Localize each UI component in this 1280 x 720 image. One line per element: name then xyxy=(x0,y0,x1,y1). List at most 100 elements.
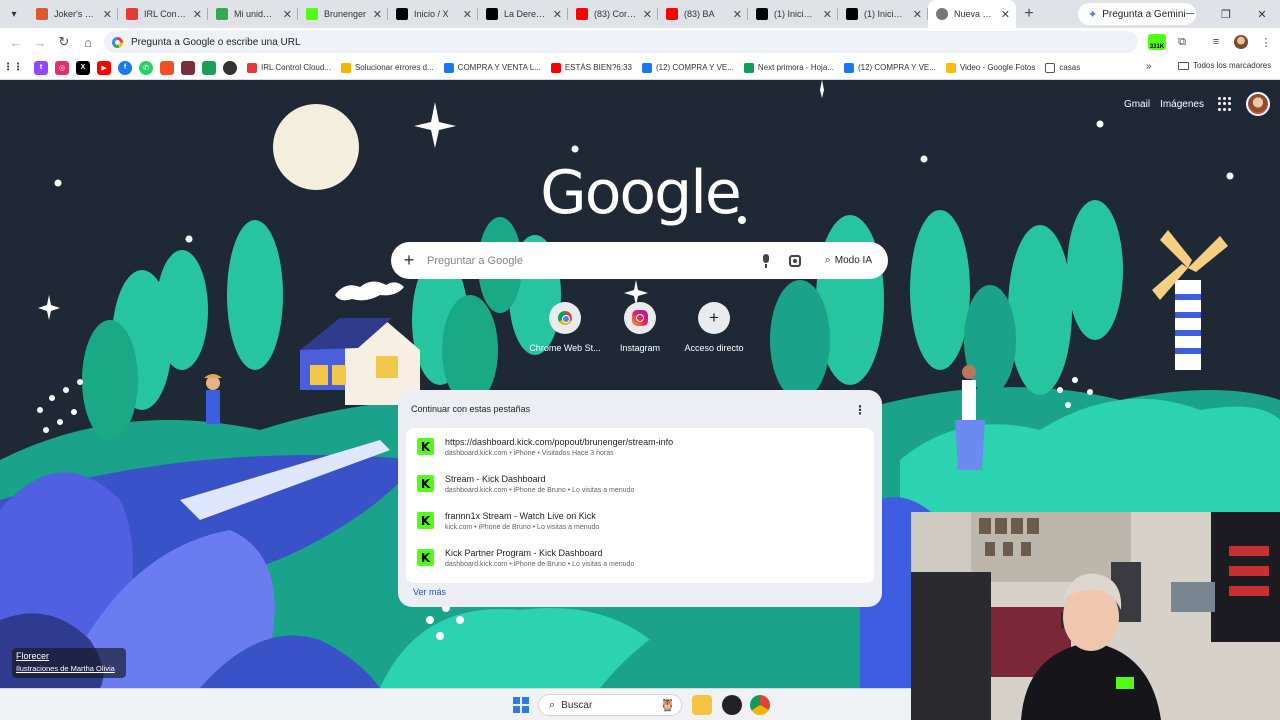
close-icon[interactable]: ✕ xyxy=(913,8,922,21)
google-lens-icon[interactable] xyxy=(788,254,801,267)
apps-icon[interactable]: ⋮⋮ xyxy=(3,61,23,75)
instagram-bookmark-icon[interactable]: ◎ xyxy=(55,60,69,75)
tab-item[interactable]: La Derecha ✕ xyxy=(478,0,568,28)
media-controls-icon[interactable]: ≡ xyxy=(1204,30,1228,54)
microsoft-bookmark-icon[interactable] xyxy=(160,60,174,75)
bookmark-item[interactable]: COMPRA Y VENTA L... xyxy=(443,62,541,73)
joker-favicon-icon xyxy=(36,8,48,20)
close-icon[interactable]: ✕ xyxy=(823,8,832,21)
tab-item[interactable]: (1) Inicio / X ✕ xyxy=(838,0,928,28)
bookmark-label: ESTÁS BIEN?6:33 xyxy=(564,63,632,72)
facebook-bookmark-icon[interactable]: f xyxy=(118,60,132,75)
profile-avatar[interactable] xyxy=(1234,35,1248,49)
bookmark-item[interactable]: Video - Google Fotos xyxy=(945,62,1035,73)
all-bookmarks-button[interactable]: Todos los marcadores xyxy=(1178,61,1271,70)
gmail-link[interactable]: Gmail xyxy=(1124,99,1150,110)
forward-button[interactable]: → xyxy=(28,30,52,54)
tab-item[interactable]: Brunenger ✕ xyxy=(298,0,388,28)
chrome-icon xyxy=(558,311,572,325)
bookmark-item[interactable]: Next primora - Hoja... xyxy=(743,62,834,73)
x-favicon-icon xyxy=(396,8,408,20)
x-favicon-icon xyxy=(486,8,498,20)
see-more-link[interactable]: Ver más xyxy=(413,587,446,597)
tab-item[interactable]: Mi unidad - ✕ xyxy=(208,0,298,28)
tab-item[interactable]: (83) BA ✕ xyxy=(658,0,748,28)
reload-button[interactable]: ↻ xyxy=(52,30,76,54)
tab-item[interactable]: (1) Inicio / X ✕ xyxy=(748,0,838,28)
continue-tabs-list: K https://dashboard.kick.com/popout/brun… xyxy=(406,428,874,583)
images-link[interactable]: Imágenes xyxy=(1160,99,1204,110)
twitch-icon[interactable]: t xyxy=(34,60,48,75)
restore-button[interactable]: ❐ xyxy=(1208,0,1244,28)
taskbar-search[interactable]: ⌕ Buscar 🦉 xyxy=(538,694,682,716)
photo-bookmark-icon[interactable] xyxy=(181,60,195,75)
address-bar[interactable]: Pregunta a Google o escribe una URL xyxy=(104,31,1138,53)
kick-icon: K xyxy=(417,549,434,566)
file-explorer-icon[interactable] xyxy=(692,695,712,715)
bookmark-label: (12) COMPRA Y VE... xyxy=(857,63,936,72)
add-attachment-icon[interactable]: + xyxy=(391,250,427,271)
home-button[interactable]: ⌂ xyxy=(76,30,100,54)
list-item-title: frannn1x Stream - Watch Live on Kick xyxy=(445,510,596,521)
card-menu-icon[interactable]: ⋮ xyxy=(854,403,866,417)
background-attribution: Florecer Ilustraciones de Martha Olivia xyxy=(12,648,126,678)
close-icon[interactable]: ✕ xyxy=(463,8,472,21)
close-icon[interactable]: ✕ xyxy=(643,8,652,21)
x-bookmark-icon[interactable]: X xyxy=(76,60,90,75)
close-icon[interactable]: ✕ xyxy=(373,8,382,21)
chrome-taskbar-icon[interactable] xyxy=(750,695,770,715)
windows-start-icon[interactable] xyxy=(513,697,529,713)
bookmark-favicon-icon xyxy=(743,62,754,73)
close-icon[interactable]: ✕ xyxy=(283,8,292,21)
bookmark-item[interactable]: ESTÁS BIEN?6:33 xyxy=(550,62,632,73)
bookmarks-overflow-icon[interactable]: » xyxy=(1146,61,1152,72)
close-icon[interactable]: ✕ xyxy=(103,8,112,21)
calendar-bookmark-icon[interactable] xyxy=(202,60,216,75)
close-icon[interactable]: ✕ xyxy=(553,8,562,21)
bookmark-item[interactable]: IRL Control Cloud... xyxy=(247,62,331,73)
minimize-button[interactable]: ─ xyxy=(1172,0,1208,28)
attribution-title-link[interactable]: Florecer xyxy=(16,651,122,661)
bookmark-item[interactable]: casas xyxy=(1045,62,1080,73)
attribution-artist-link[interactable]: Ilustraciones de Martha Olivia xyxy=(16,664,122,673)
bookmark-item[interactable]: (12) COMPRA Y VE... xyxy=(641,62,734,73)
globe-bookmark-icon[interactable] xyxy=(223,60,237,75)
back-button[interactable]: ← xyxy=(4,30,28,54)
new-tab-button[interactable]: + xyxy=(1016,5,1042,23)
tab-item[interactable]: (83) Corrid ✕ xyxy=(568,0,658,28)
close-icon[interactable]: ✕ xyxy=(193,8,202,21)
tab-title: Nueva pesta xyxy=(954,9,995,19)
list-item[interactable]: K https://dashboard.kick.com/popout/brun… xyxy=(406,428,874,465)
bookmark-item[interactable]: Solucionar errores d... xyxy=(340,62,434,73)
microphone-icon[interactable] xyxy=(761,253,771,268)
kick-extension-icon[interactable]: 331K xyxy=(1148,34,1166,50)
tab-item[interactable]: IRL Control ✕ xyxy=(118,0,208,28)
tab-new-tab-active[interactable]: Nueva pesta ✕ xyxy=(928,0,1016,28)
list-item[interactable]: K frannn1x Stream - Watch Live on Kick ki… xyxy=(406,502,874,539)
obs-icon[interactable] xyxy=(722,695,742,715)
more-menu-icon[interactable]: ⋮ xyxy=(1254,30,1278,54)
youtube-bookmark-icon[interactable]: ▶ xyxy=(97,60,111,75)
ai-mode-button[interactable]: ⌕ Modo IA xyxy=(814,247,882,274)
ntp-search-input[interactable] xyxy=(427,254,761,267)
close-icon[interactable]: ✕ xyxy=(1001,8,1010,21)
extensions-icon[interactable]: ⧉ xyxy=(1170,30,1194,54)
list-item-subtitle: dashboard.kick.com • iPhone de Bruno • L… xyxy=(445,486,635,494)
list-item[interactable]: K Stream - Kick Dashboard dashboard.kick.… xyxy=(406,465,874,502)
list-item[interactable]: K Kick Partner Program - Kick Dashboard d… xyxy=(406,539,874,576)
shortcut-chrome-web-store[interactable]: Chrome Web St... xyxy=(527,302,603,353)
tab-item[interactable]: Inicio / X ✕ xyxy=(388,0,478,28)
close-icon[interactable]: ✕ xyxy=(733,8,742,21)
account-avatar[interactable] xyxy=(1246,92,1270,116)
shortcut-instagram[interactable]: Instagram xyxy=(602,302,678,353)
shortcut-add[interactable]: + Acceso directo xyxy=(676,302,752,353)
bookmark-favicon-icon xyxy=(550,62,561,73)
bookmark-label: IRL Control Cloud... xyxy=(261,63,331,72)
tab-item[interactable]: Joker's Jewe ✕ xyxy=(28,0,118,28)
whatsapp-bookmark-icon[interactable]: ✆ xyxy=(139,60,153,75)
tab-search-button[interactable]: ▾ xyxy=(0,0,28,28)
bookmark-item[interactable]: (12) COMPRA Y VE... xyxy=(843,62,936,73)
google-apps-icon[interactable] xyxy=(1218,97,1232,111)
window-close-button[interactable]: ✕ xyxy=(1244,0,1280,28)
bookmark-favicon-icon xyxy=(945,62,956,73)
